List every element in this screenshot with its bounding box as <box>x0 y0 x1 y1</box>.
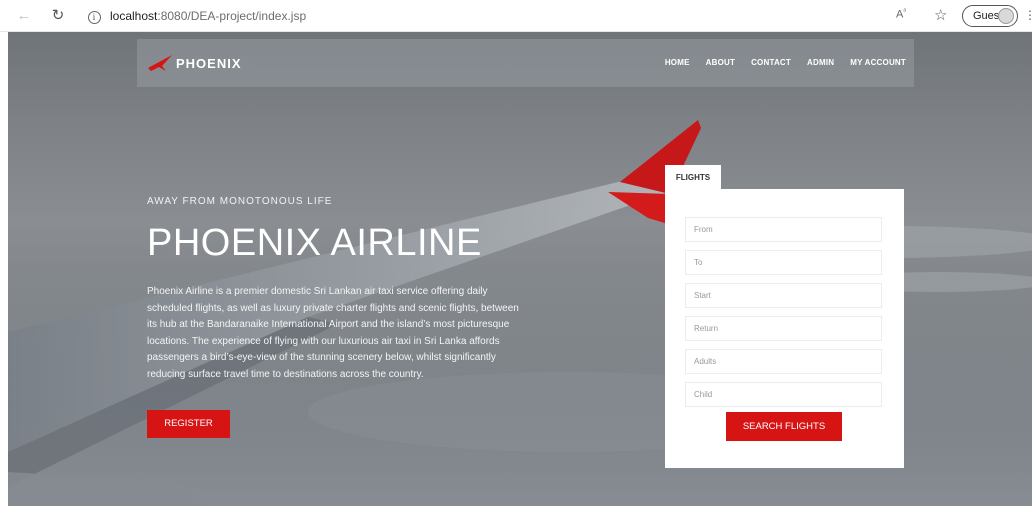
read-aloud-icon[interactable]: Aᵃ <box>896 8 906 21</box>
hero-title: PHOENIX AIRLINE <box>147 222 482 264</box>
guest-profile-button[interactable]: Guest <box>962 5 1018 27</box>
flight-search-panel: From To Start Return Adults Child SEARCH… <box>665 189 904 468</box>
nav-admin[interactable]: ADMIN <box>807 58 834 67</box>
hero-description: Phoenix Airline is a premier domestic Sr… <box>147 286 519 380</box>
brand-name: PHOENIX <box>176 55 242 71</box>
return-date-field[interactable]: Return <box>685 316 882 341</box>
url-path: :8080/DEA-project/index.jsp <box>157 9 307 23</box>
hero-section: PHOENIX HOME ABOUT CONTACT ADMIN MY ACCO… <box>8 32 1032 506</box>
nav-home[interactable]: HOME <box>665 58 690 67</box>
browser-toolbar: ← ↻ i localhost:8080/DEA-project/index.j… <box>0 0 1032 32</box>
address-bar[interactable]: localhost:8080/DEA-project/index.jsp <box>110 9 306 23</box>
avatar-icon <box>998 8 1014 24</box>
url-host: localhost <box>110 9 158 23</box>
nav-about[interactable]: ABOUT <box>706 58 735 67</box>
plane-logo-icon <box>148 55 172 71</box>
register-button[interactable]: REGISTER <box>147 410 230 438</box>
tab-flights[interactable]: FLIGHTS <box>665 165 721 189</box>
adults-field[interactable]: Adults <box>685 349 882 374</box>
site-header: PHOENIX HOME ABOUT CONTACT ADMIN MY ACCO… <box>137 39 914 87</box>
favorites-icon[interactable]: ☆ <box>934 6 947 24</box>
back-icon[interactable]: ← <box>14 6 34 26</box>
hero-tagline: AWAY FROM MONOTONOUS LIFE <box>147 196 333 207</box>
more-icon[interactable]: ⋮ <box>1024 8 1032 22</box>
info-icon[interactable]: i <box>84 6 104 26</box>
nav-contact[interactable]: CONTACT <box>751 58 791 67</box>
from-field[interactable]: From <box>685 217 882 242</box>
start-date-field[interactable]: Start <box>685 283 882 308</box>
site-logo[interactable]: PHOENIX <box>147 53 242 73</box>
nav-my-account[interactable]: MY ACCOUNT <box>850 58 906 67</box>
reload-icon[interactable]: ↻ <box>48 6 68 26</box>
main-menu: HOME ABOUT CONTACT ADMIN MY ACCOUNT <box>665 58 906 67</box>
to-field[interactable]: To <box>685 250 882 275</box>
search-flights-button[interactable]: SEARCH FLIGHTS <box>726 412 842 441</box>
child-field[interactable]: Child <box>685 382 882 407</box>
